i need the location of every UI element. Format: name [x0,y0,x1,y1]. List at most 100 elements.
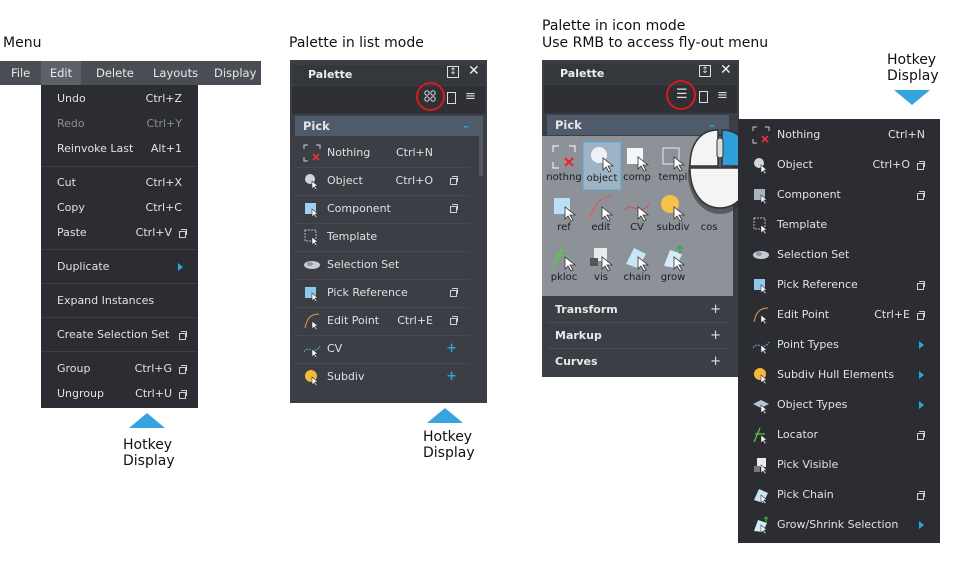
pick-chain-icon [626,248,650,272]
option-box-icon[interactable] [450,176,458,185]
list-item-subdiv[interactable]: Subdiv + [295,363,470,391]
icon-cell-nothing[interactable]: nothng [546,142,582,183]
hotkey-item-pick-visible[interactable]: Pick Visible [738,450,940,480]
collapse-icon[interactable]: – [463,116,469,136]
float-toggle-icon[interactable]: ↕ [699,65,711,77]
menu-item-group[interactable]: Group Ctrl+G [41,359,198,379]
menu-item-copy[interactable]: Copy Ctrl+C [41,198,198,218]
expand-plus-icon[interactable]: + [446,335,457,363]
menu-item-reinvoke-last[interactable]: Reinvoke Last Alt+1 [41,139,198,159]
menu-layouts[interactable]: Layouts [153,61,198,85]
option-box-icon[interactable] [450,204,458,213]
menu-item-label: Copy [57,201,85,214]
option-box-icon[interactable] [179,229,187,238]
list-item-template[interactable]: Template [295,223,470,252]
list-item-selection-set[interactable]: Selection Set [295,251,470,280]
option-box-icon[interactable] [450,316,458,325]
list-item-cv[interactable]: CV + [295,335,470,364]
hotkey-item-selection-set[interactable]: Selection Set [738,240,940,270]
item-key: Ctrl+N [887,128,925,141]
panel-icon[interactable] [699,91,708,103]
float-toggle-icon[interactable]: ↕ [447,66,459,78]
option-box-icon[interactable] [917,281,925,290]
pick-section-header[interactable]: Pick – [295,116,483,136]
grow-shrink-icon [754,516,769,534]
icon-cell-pkloc[interactable]: pkloc [546,242,582,283]
menu-item-label: Cut [57,176,76,189]
menu-item-create-selection-set[interactable]: Create Selection Set [41,325,198,345]
list-item-edit-point[interactable]: Edit Point Ctrl+E [295,307,470,336]
option-box-icon[interactable] [450,288,458,297]
menu-item-redo[interactable]: Redo Ctrl+Y [41,114,198,134]
hotkey-pointer-icon [129,413,165,428]
menu-item-expand-instances[interactable]: Expand Instances [41,291,198,311]
icon-cell-edit[interactable]: edit [583,192,619,233]
subdiv-icon [754,368,768,384]
section-curves[interactable]: Curves + [547,351,727,373]
cv-icon [624,203,650,222]
menu-display[interactable]: Display [214,61,256,85]
hotkey-item-template[interactable]: Template [738,210,940,240]
hotkey-caption-b2: Display [423,445,475,461]
hotkey-item-pick-chain[interactable]: Pick Chain [738,480,940,510]
list-item-object[interactable]: Object Ctrl+O [295,167,470,196]
menu-edit[interactable]: Edit [41,61,81,85]
option-box-icon[interactable] [179,365,187,374]
hotkey-item-locator[interactable]: Locator [738,420,940,450]
menu-file[interactable]: File [11,61,30,85]
icon-cell-ref[interactable]: ref [546,192,582,233]
menu-item-duplicate[interactable]: Duplicate [41,257,198,277]
option-box-icon[interactable] [179,331,187,340]
icon-cell-grow[interactable]: grow [655,242,691,283]
menu-lines-icon[interactable]: ≡ [465,90,476,103]
icon-cell-cv[interactable]: CV [619,192,655,233]
hotkey-item-subdiv-hull[interactable]: Subdiv Hull Elements [738,360,940,390]
section-title: Pick [303,119,330,133]
icon-cell-vis[interactable]: vis [583,242,619,283]
hotkey-item-object-types[interactable]: Object Types [738,390,940,420]
menu-item-label: Group [57,362,91,375]
cell-label: cos [700,222,718,233]
menu-lines-icon[interactable]: ≡ [717,89,728,102]
icon-cell-chain[interactable]: chain [619,242,655,283]
cell-label: CV [630,222,644,233]
menu-delete[interactable]: Delete [96,61,134,85]
list-item-pick-reference[interactable]: Pick Reference [295,279,470,308]
hotkey-item-point-types[interactable]: Point Types [738,330,940,360]
option-box-icon[interactable] [179,390,187,399]
icon-cell-component[interactable]: comp [619,142,655,183]
scrollbar[interactable] [479,136,483,176]
expand-plus-icon[interactable]: + [710,351,721,373]
list-item-nothing[interactable]: Nothing Ctrl+N [295,139,470,168]
expand-plus-icon[interactable]: + [446,363,457,391]
expand-plus-icon[interactable]: + [710,299,721,321]
item-label: Template [327,230,378,243]
hotkey-item-component[interactable]: Component [738,180,940,210]
hotkey-item-nothing[interactable]: Nothing Ctrl+N [738,120,940,150]
close-icon[interactable]: ✕ [468,63,480,79]
menu-item-undo[interactable]: Undo Ctrl+Z [41,89,198,109]
hotkey-item-object[interactable]: Object Ctrl+O [738,150,940,180]
hotkey-pointer-icon [894,90,930,105]
hotkey-item-pick-reference[interactable]: Pick Reference [738,270,940,300]
expand-plus-icon[interactable]: + [710,325,721,347]
option-box-icon[interactable] [917,491,925,500]
section-markup[interactable]: Markup + [547,325,727,347]
hotkey-caption-c2: Display [887,68,939,84]
hotkey-item-edit-point[interactable]: Edit Point Ctrl+E [738,300,940,330]
list-item-component[interactable]: Component [295,195,470,224]
option-box-icon[interactable] [917,191,925,200]
palette-toolbar [292,86,485,114]
subdiv-icon [305,370,319,386]
section-transform[interactable]: Transform + [547,299,727,321]
close-icon[interactable]: ✕ [720,62,732,78]
icon-cell-object[interactable]: object [583,142,621,190]
menu-item-paste[interactable]: Paste Ctrl+V [41,223,198,243]
menu-item-ungroup[interactable]: Ungroup Ctrl+U [41,384,198,404]
option-box-icon[interactable] [917,311,925,320]
option-box-icon[interactable] [917,431,925,440]
option-box-icon[interactable] [917,161,925,170]
hotkey-item-grow-shrink[interactable]: Grow/Shrink Selection [738,510,940,540]
menu-item-cut[interactable]: Cut Ctrl+X [41,173,198,193]
panel-icon[interactable] [447,92,456,104]
